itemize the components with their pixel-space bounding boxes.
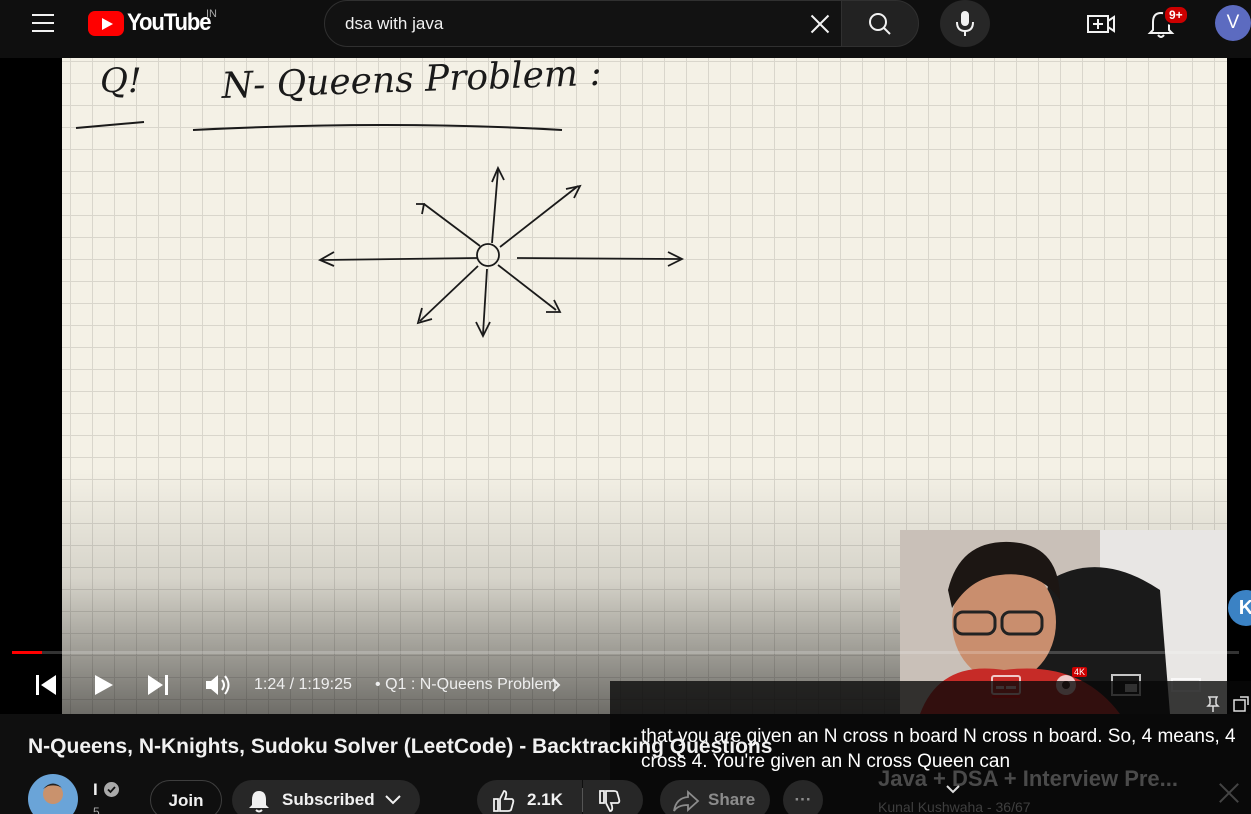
skip-previous-icon (36, 675, 56, 695)
notification-count-badge: 9+ (1163, 5, 1189, 25)
more-actions-button[interactable]: ··· (783, 780, 823, 814)
chevron-down-icon[interactable] (945, 782, 961, 798)
chapter-separator: • (375, 676, 381, 693)
play-icon (95, 675, 113, 695)
logo-text: YouTube (127, 9, 212, 36)
next-button[interactable] (146, 672, 170, 698)
playlist-subtitle: Kunal Kushwaha - 36/67 (878, 799, 1031, 814)
youtube-play-icon (88, 11, 124, 36)
search-box (324, 0, 842, 47)
thumbs-up-icon (493, 790, 515, 812)
masthead: YouTube IN dsa with java 9+ V (0, 0, 1251, 47)
expand-icon[interactable] (1232, 695, 1250, 713)
chapter-title[interactable]: • Q1 : N-Queens Problem (375, 676, 557, 694)
menu-icon[interactable] (22, 10, 62, 36)
chevron-right-icon (551, 677, 561, 698)
search-icon (869, 13, 891, 35)
video-player[interactable]: Q! N- Queens Problem : 1:24 / 1:19:25 • … (0, 53, 1251, 714)
account-avatar[interactable]: V (1215, 5, 1251, 41)
search-input[interactable] (345, 13, 765, 35)
join-button[interactable]: Join (150, 780, 222, 814)
youtube-watch-page: YouTube IN dsa with java 9+ V Q! N- Quee… (0, 0, 1251, 814)
youtube-logo[interactable]: YouTube IN (88, 8, 228, 38)
clear-search-icon[interactable] (805, 9, 835, 39)
channel-watermark[interactable]: K (1228, 590, 1251, 626)
heading-handwriting: N- Queens Problem : (220, 58, 602, 107)
progress-bar[interactable] (12, 651, 1239, 654)
subscribed-label: Subscribed (282, 790, 375, 809)
skip-next-icon (148, 675, 168, 695)
progress-played (12, 651, 42, 654)
chapter-label: Q1 : N-Queens Problem (385, 676, 557, 693)
like-count: 2.1K (527, 790, 563, 809)
bell-icon (249, 791, 269, 813)
previous-button[interactable] (34, 672, 58, 698)
time-display: 1:24 / 1:19:25 (254, 676, 352, 693)
verified-check-icon (104, 782, 119, 797)
queen-moves-diagram (317, 165, 685, 339)
volume-icon (206, 675, 230, 695)
microphone-icon (956, 11, 974, 36)
share-button[interactable]: Share (660, 780, 770, 814)
video-title: N-Queens, N-Knights, Sudoku Solver (Leet… (28, 735, 773, 758)
voice-search-button[interactable] (940, 0, 990, 47)
chevron-down-icon (385, 795, 401, 805)
region-code: IN (206, 8, 217, 20)
channel-name[interactable]: I (93, 780, 98, 800)
share-label: Share (708, 790, 756, 809)
play-button[interactable] (92, 672, 116, 698)
mute-button[interactable] (204, 672, 234, 698)
create-button[interactable] (1082, 6, 1120, 42)
subscriber-count: 5 (93, 805, 100, 814)
close-icon[interactable] (1214, 778, 1244, 808)
playlist-title[interactable]: Java + DSA + Interview Pre... (878, 766, 1178, 792)
pin-icon[interactable] (1205, 695, 1221, 713)
question-label: Q! (100, 61, 142, 101)
thumbs-down-icon (599, 790, 621, 812)
search-button[interactable] (841, 0, 919, 47)
quality-badge: 4K (1072, 667, 1088, 677)
like-button[interactable]: 2.1K (477, 780, 582, 814)
subscribed-button[interactable]: Subscribed (232, 780, 420, 814)
dislike-button[interactable] (583, 780, 643, 814)
share-icon (673, 789, 700, 813)
channel-avatar[interactable] (28, 774, 78, 814)
create-video-icon (1087, 15, 1115, 33)
